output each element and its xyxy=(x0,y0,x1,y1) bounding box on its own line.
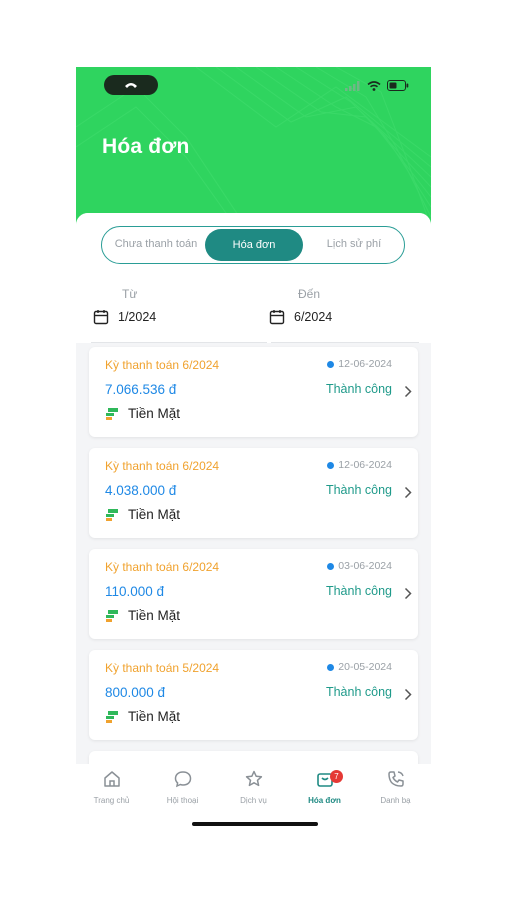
invoice-period: Kỳ thanh toán 5/2024 xyxy=(105,661,220,675)
phone-contacts-icon xyxy=(387,771,404,787)
phone-icon xyxy=(125,83,137,88)
chevron-right-icon[interactable] xyxy=(404,688,412,701)
payment-method-label: Tiền Mặt xyxy=(128,709,181,724)
signal-icon xyxy=(345,80,360,91)
invoice-date-text: 12-06-2024 xyxy=(338,358,392,370)
tab-invoices[interactable]: Hóa đơn xyxy=(205,229,303,261)
home-icon xyxy=(103,771,120,787)
payment-method: Tiền Mặt xyxy=(105,608,180,623)
from-date-field[interactable]: 1/2024 xyxy=(93,309,156,325)
content-area: Chưa thanh toán Hóa đơn Lịch sử phí Từ Đ… xyxy=(76,213,431,773)
filter-panel: Chưa thanh toán Hóa đơn Lịch sử phí Từ Đ… xyxy=(76,213,431,343)
payment-method: Tiền Mặt xyxy=(105,709,180,724)
nav-label: Hóa đơn xyxy=(308,796,341,805)
tab-fee-history[interactable]: Lịch sử phí xyxy=(306,227,402,262)
header: Hóa đơn xyxy=(76,67,431,227)
invoice-date: 03-06-2024 xyxy=(327,560,392,572)
chevron-right-icon[interactable] xyxy=(404,587,412,600)
home-indicator xyxy=(192,822,318,826)
invoice-date-text: 12-06-2024 xyxy=(338,459,392,471)
invoice-amount: 4.038.000 đ xyxy=(105,483,177,498)
nav-label: Dịch vụ xyxy=(240,796,267,805)
payment-method-label: Tiền Mặt xyxy=(128,608,181,623)
chevron-right-icon[interactable] xyxy=(404,385,412,398)
cash-icon xyxy=(106,407,118,420)
calendar-icon xyxy=(93,310,109,325)
invoice-card[interactable]: Kỳ thanh toán 6/2024 12-06-2024 4.038.00… xyxy=(89,448,418,538)
invoice-period: Kỳ thanh toán 6/2024 xyxy=(105,560,220,574)
payment-method-label: Tiền Mặt xyxy=(128,406,181,421)
cash-icon xyxy=(106,710,118,723)
nav-contacts[interactable]: Danh bạ xyxy=(360,769,431,805)
to-date-field[interactable]: 6/2024 xyxy=(269,309,332,325)
from-label: Từ xyxy=(122,287,138,301)
chevron-right-icon[interactable] xyxy=(404,486,412,499)
bottom-nav: Trang chủ Hội thoại Dịch vụ 7 Hóa đơn Da… xyxy=(76,764,431,837)
nav-label: Hội thoại xyxy=(166,796,199,805)
nav-home[interactable]: Trang chủ xyxy=(76,769,147,805)
wifi-icon xyxy=(367,80,381,91)
invoice-card[interactable]: Kỳ thanh toán 6/2024 03-06-2024 110.000 … xyxy=(89,549,418,639)
status-dot xyxy=(327,663,335,671)
invoice-card[interactable]: Kỳ thanh toán 6/2024 12-06-2024 7.066.53… xyxy=(89,347,418,437)
invoice-status: Thành công xyxy=(325,685,392,699)
payment-method-label: Tiền Mặt xyxy=(128,507,181,522)
invoice-status: Thành công xyxy=(325,584,392,598)
invoice-period: Kỳ thanh toán 6/2024 xyxy=(105,358,220,372)
invoice-amount: 110.000 đ xyxy=(105,584,165,599)
invoice-period: Kỳ thanh toán 6/2024 xyxy=(105,459,220,473)
status-dot xyxy=(327,360,335,368)
to-underline xyxy=(271,342,419,343)
invoice-date: 12-06-2024 xyxy=(327,459,392,471)
invoice-status: Thành công xyxy=(325,382,392,396)
invoice-date-text: 20-05-2024 xyxy=(338,661,392,673)
to-date-value: 6/2024 xyxy=(294,310,333,324)
invoice-date: 20-05-2024 xyxy=(327,661,392,673)
tab-unpaid[interactable]: Chưa thanh toán xyxy=(108,227,204,262)
to-label: Đến xyxy=(298,287,321,301)
calendar-icon xyxy=(269,310,285,325)
nav-services[interactable]: Dịch vụ xyxy=(218,769,289,805)
star-icon xyxy=(245,770,262,787)
status-dot xyxy=(327,562,335,570)
page-title: Hóa đơn xyxy=(102,135,190,158)
status-bar-icons xyxy=(345,80,409,91)
battery-icon xyxy=(387,80,409,91)
nav-label: Trang chủ xyxy=(93,796,130,805)
status-dot xyxy=(327,461,335,469)
nav-invoices[interactable]: 7 Hóa đơn xyxy=(289,769,360,805)
nav-label: Danh bạ xyxy=(380,796,411,805)
call-pill[interactable] xyxy=(104,75,158,95)
payment-method: Tiền Mặt xyxy=(105,406,180,421)
notification-badge: 7 xyxy=(330,770,343,783)
nav-chat[interactable]: Hội thoại xyxy=(147,769,218,805)
invoice-status: Thành công xyxy=(325,483,392,497)
app-screen: Hóa đơn Chưa thanh toán Hóa đơn Lịch sử … xyxy=(76,67,431,837)
invoice-date-text: 03-06-2024 xyxy=(338,560,392,572)
invoice-amount: 800.000 đ xyxy=(105,685,166,700)
tab-switcher: Chưa thanh toán Hóa đơn Lịch sử phí xyxy=(101,226,405,264)
payment-method: Tiền Mặt xyxy=(105,507,180,522)
invoice-card[interactable]: Kỳ thanh toán 5/2024 20-05-2024 800.000 … xyxy=(89,650,418,740)
cash-icon xyxy=(106,609,118,622)
from-date-value: 1/2024 xyxy=(118,310,157,324)
cash-icon xyxy=(106,508,118,521)
invoice-date: 12-06-2024 xyxy=(327,358,392,370)
invoice-amount: 7.066.536 đ xyxy=(105,382,177,397)
from-underline xyxy=(91,342,267,343)
chat-icon xyxy=(174,771,191,788)
